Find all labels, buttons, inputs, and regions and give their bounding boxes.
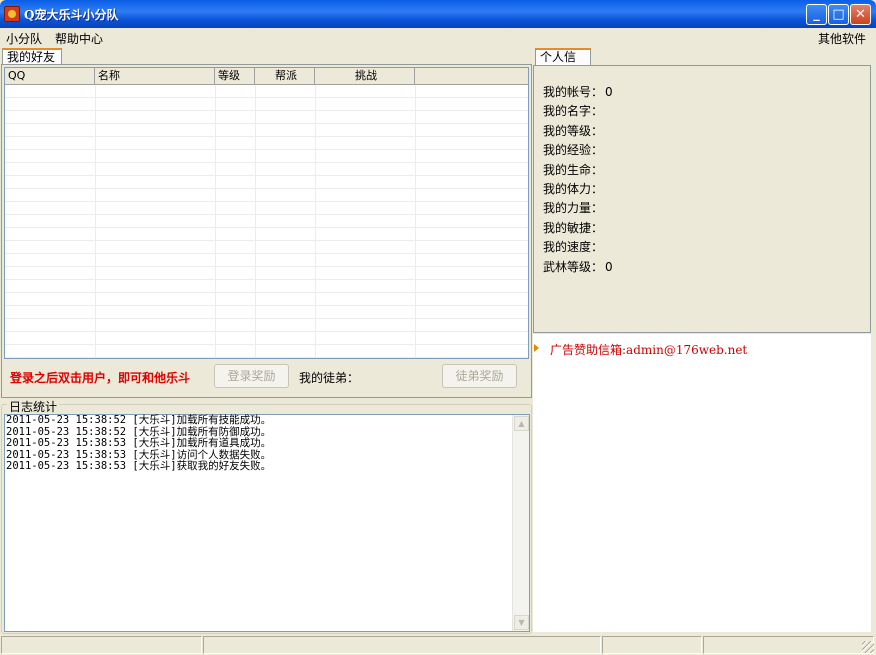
info-value: 0	[605, 85, 613, 99]
table-row[interactable]	[5, 254, 528, 267]
info-row: 我的力量：	[543, 199, 605, 216]
apprentice-reward-button[interactable]: 徒弟奖励	[442, 364, 517, 388]
status-bar	[0, 634, 876, 655]
login-hint: 登录之后双击用户，即可和他乐斗	[10, 371, 191, 385]
info-label: 我的敏捷：	[543, 220, 604, 235]
info-row: 我的名字：	[543, 102, 605, 119]
table-row[interactable]	[5, 241, 528, 254]
status-segment	[203, 636, 601, 654]
ad-link[interactable]: 广告赞助信箱:admin@176web.net	[550, 341, 747, 358]
status-segment	[602, 636, 702, 654]
info-label: 我的等级：	[543, 123, 604, 138]
table-row[interactable]	[5, 98, 528, 111]
table-row[interactable]	[5, 215, 528, 228]
column-challenge[interactable]: 挑战	[315, 68, 415, 85]
window-title: Q宠大乐斗小分队	[24, 8, 119, 22]
info-label: 我的力量：	[543, 201, 604, 216]
info-row: 我的敏捷：	[543, 219, 605, 236]
grid-header: QQ 名称 等级 帮派 挑战	[5, 68, 528, 85]
apprentice-label: 我的徒弟：	[299, 371, 360, 385]
resize-grip-icon[interactable]	[862, 641, 874, 653]
table-row[interactable]	[5, 228, 528, 241]
table-row[interactable]	[5, 150, 528, 163]
minimize-button[interactable]: _	[806, 4, 827, 25]
table-row[interactable]	[5, 332, 528, 345]
column-qq[interactable]: QQ	[5, 68, 95, 85]
info-row: 我的帐号： 0	[543, 83, 613, 100]
table-row[interactable]	[5, 319, 528, 332]
column-faction[interactable]: 帮派	[255, 68, 315, 85]
log-line: 2011-05-23 15:38:53 [大乐斗]获取我的好友失败。	[6, 460, 272, 473]
status-segment	[1, 636, 202, 654]
friends-grid[interactable]: QQ 名称 等级 帮派 挑战	[4, 67, 529, 359]
column-name[interactable]: 名称	[95, 68, 215, 85]
info-label: 我的帐号：	[543, 85, 604, 99]
table-row[interactable]	[5, 280, 528, 293]
table-row[interactable]	[5, 137, 528, 150]
log-lines: 2011-05-23 15:38:52 [大乐斗]加载所有技能成功。 2011-0…	[5, 414, 529, 473]
table-row[interactable]	[5, 176, 528, 189]
table-row[interactable]	[5, 189, 528, 202]
log-line: 2011-05-23 15:38:52 [大乐斗]加载所有技能成功。	[6, 414, 272, 426]
menu-bar: 小分队 帮助中心 其他软件	[0, 28, 876, 47]
table-row[interactable]	[5, 124, 528, 137]
app-icon	[4, 6, 20, 22]
arrow-right-icon	[534, 344, 539, 352]
info-label: 我的体力：	[543, 182, 604, 196]
info-row: 我的体力：	[543, 180, 605, 197]
table-row[interactable]	[5, 345, 528, 358]
info-row: 我的经验：	[543, 141, 605, 158]
table-row[interactable]	[5, 267, 528, 280]
info-label: 武林等级：	[543, 259, 604, 274]
close-button[interactable]: ✕	[850, 4, 871, 25]
title-bar[interactable]: Q宠大乐斗小分队 _ □ ✕	[0, 0, 876, 28]
status-segment	[703, 636, 874, 654]
personal-info-panel: 我的帐号： 0 我的名字： 我的等级： 我的经验： 我的生命： 我的体力： 我的力量： 我的敏捷…	[533, 65, 871, 333]
ad-area: 广告赞助信箱:admin@176web.net	[533, 334, 871, 632]
info-label: 我的生命：	[543, 162, 604, 177]
table-row[interactable]	[5, 202, 528, 215]
scroll-down-icon[interactable]: ▼	[514, 615, 529, 630]
info-row: 我的生命：	[543, 161, 605, 178]
info-row: 武林等级： 0	[543, 258, 613, 275]
info-row: 我的速度：	[543, 238, 605, 255]
tab-personal-info[interactable]: 个人信息	[535, 48, 591, 79]
table-row[interactable]	[5, 293, 528, 306]
main-window: Q宠大乐斗小分队 _ □ ✕ 小分队 帮助中心 其他软件 我的好友 QQ 名称 …	[0, 0, 876, 655]
log-textarea[interactable]: 2011-05-23 15:38:52 [大乐斗]加载所有技能成功。 2011-0…	[4, 414, 530, 632]
table-row[interactable]	[5, 85, 528, 98]
menu-help-center[interactable]: 帮助中心	[55, 30, 103, 47]
menu-other-software[interactable]: 其他软件	[818, 30, 866, 47]
maximize-button[interactable]: □	[828, 4, 849, 25]
scroll-up-icon[interactable]: ▲	[514, 416, 529, 431]
info-label: 我的速度：	[543, 240, 604, 255]
table-row[interactable]	[5, 111, 528, 124]
info-row: 我的等级：	[543, 122, 605, 139]
column-level[interactable]: 等级	[215, 68, 255, 85]
info-label: 我的经验：	[543, 143, 604, 158]
table-row[interactable]	[5, 306, 528, 319]
log-scrollbar[interactable]: ▲ ▼	[512, 415, 529, 631]
log-title: 日志统计	[7, 398, 60, 415]
menu-squad[interactable]: 小分队	[6, 30, 42, 47]
login-reward-button[interactable]: 登录奖励	[214, 364, 289, 388]
info-value: 0	[605, 259, 613, 274]
table-row[interactable]	[5, 163, 528, 176]
info-label: 我的名字：	[543, 104, 604, 119]
